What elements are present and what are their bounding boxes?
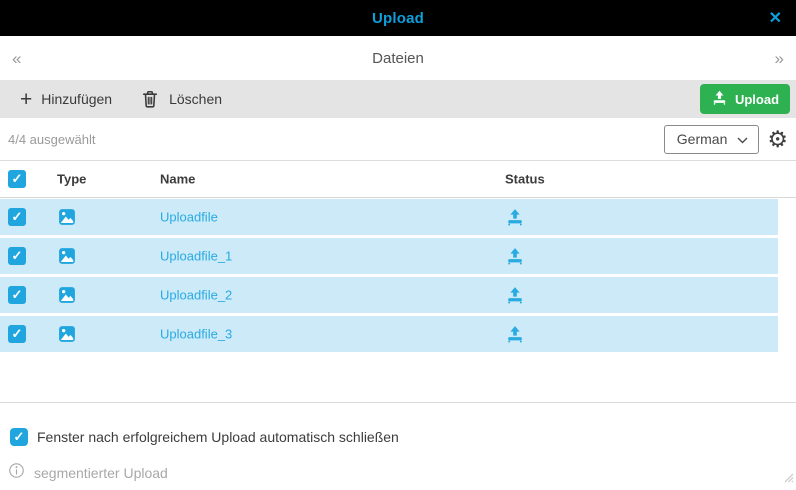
language-select[interactable]: German xyxy=(663,124,760,154)
upload-button-label: Upload xyxy=(734,91,780,107)
resize-grip-icon[interactable] xyxy=(780,469,794,488)
file-list: ✓ Uploadfile ✓ Uploadfile_1 ✓ Uploadfile… xyxy=(0,199,778,355)
gear-icon[interactable]: ⚙ xyxy=(767,127,788,151)
upload-status-icon xyxy=(505,207,525,227)
table-header: ✓ Type Name Status xyxy=(0,161,796,198)
add-button[interactable]: + Hinzufügen xyxy=(6,80,126,118)
upload-status-icon xyxy=(505,324,525,344)
selection-count: 4/4 ausgewählt xyxy=(8,131,96,147)
table-row[interactable]: ✓ Uploadfile xyxy=(0,199,778,235)
prev-page-icon[interactable]: « xyxy=(12,50,21,67)
row-checkbox[interactable]: ✓ xyxy=(8,286,26,304)
upload-status-icon xyxy=(505,285,525,305)
segmented-upload-label: segmentierter Upload xyxy=(34,465,168,481)
upload-dialog: Upload ✕ « Dateien » + Hinzufügen Lösche… xyxy=(0,0,796,490)
table-row[interactable]: ✓ Uploadfile_2 xyxy=(0,277,778,313)
toolbar: + Hinzufügen Löschen Upload xyxy=(0,80,796,118)
upload-icon xyxy=(711,89,728,109)
upload-button[interactable]: Upload xyxy=(700,84,790,114)
table-row[interactable]: ✓ Uploadfile_1 xyxy=(0,238,778,274)
image-icon xyxy=(57,324,77,344)
column-header-name: Name xyxy=(160,171,196,187)
delete-button[interactable]: Löschen xyxy=(126,80,236,118)
upload-status-icon xyxy=(505,246,525,266)
file-name-link[interactable]: Uploadfile_1 xyxy=(160,249,232,264)
autoclose-label: Fenster nach erfolgreichem Upload automa… xyxy=(37,429,399,445)
close-icon[interactable]: ✕ xyxy=(769,0,782,36)
add-button-label: Hinzufügen xyxy=(41,91,113,107)
row-checkbox[interactable]: ✓ xyxy=(8,247,26,265)
plus-icon: + xyxy=(20,87,33,111)
image-icon xyxy=(57,207,77,227)
trash-icon xyxy=(140,89,160,109)
table-row[interactable]: ✓ Uploadfile_3 xyxy=(0,316,778,352)
info-icon xyxy=(8,462,25,484)
segmented-upload-info: segmentierter Upload xyxy=(8,462,168,484)
dialog-titlebar: Upload ✕ xyxy=(0,0,796,36)
file-name-link[interactable]: Uploadfile_2 xyxy=(160,288,232,303)
select-all-checkbox[interactable]: ✓ xyxy=(8,170,26,188)
image-icon xyxy=(57,285,77,305)
row-checkbox[interactable]: ✓ xyxy=(8,325,26,343)
next-page-icon[interactable]: » xyxy=(775,50,784,67)
column-header-status: Status xyxy=(505,171,545,187)
footer-divider xyxy=(0,402,796,403)
row-checkbox[interactable]: ✓ xyxy=(8,208,26,226)
page-nav: « Dateien » xyxy=(0,36,796,80)
autoclose-option: ✓ Fenster nach erfolgreichem Upload auto… xyxy=(10,428,399,446)
file-name-link[interactable]: Uploadfile xyxy=(160,210,218,225)
image-icon xyxy=(57,246,77,266)
page-title: Dateien xyxy=(372,49,424,67)
file-name-link[interactable]: Uploadfile_3 xyxy=(160,327,232,342)
selection-bar: 4/4 ausgewählt German ⚙ xyxy=(0,118,796,161)
autoclose-checkbox[interactable]: ✓ xyxy=(10,428,28,446)
language-select-value: German xyxy=(676,131,728,147)
chevron-down-icon xyxy=(737,131,748,147)
dialog-title: Upload xyxy=(371,9,425,27)
column-header-type: Type xyxy=(57,171,87,187)
delete-button-label: Löschen xyxy=(169,91,223,107)
